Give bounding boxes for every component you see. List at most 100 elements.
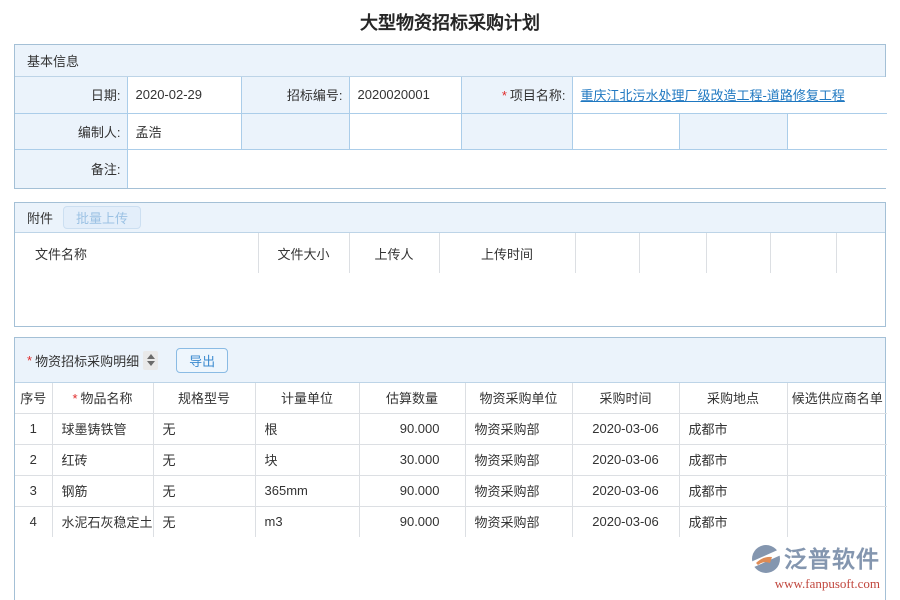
table-cell: 红砖 [52,444,153,475]
column-header [575,233,639,273]
table-cell: 无 [153,444,255,475]
table-cell: 块 [255,444,359,475]
table-cell: 1 [15,413,52,444]
table-cell [787,444,887,475]
column-header: 文件大小 [258,233,349,273]
table-row: 日期: 2020-02-29 招标编号: 2020020001 *项目名称: 重… [15,77,887,113]
table-cell: 2 [15,444,52,475]
project-value-cell: 重庆江北污水处理厂级改造工程-道路修复工程 [572,77,887,113]
table-cell: 成都市 [679,413,787,444]
table-cell: 成都市 [679,444,787,475]
attachments-empty-body [15,273,885,326]
table-cell: 365mm [255,475,359,506]
brand-icon [751,544,781,574]
table-row: 备注: [15,149,887,188]
column-header [770,233,836,273]
page-title: 大型物资招标采购计划 [0,0,900,35]
table-cell: 物资采购部 [465,413,572,444]
column-header: 序号 [15,383,52,413]
empty-cell [787,113,887,149]
brand-url: www.fanpusoft.com [751,577,880,590]
compiler-value: 孟浩 [127,113,241,149]
fanpu-logo: 泛普软件 www.fanpusoft.com [751,544,880,590]
basic-info-section: 基本信息 日期: 2020-02-29 招标编号: 2020020001 *项目… [14,44,886,189]
attachments-table: 文件名称文件大小上传人上传时间 [15,233,887,273]
export-button[interactable]: 导出 [176,348,228,373]
table-cell: 成都市 [679,506,787,537]
table-cell: 2020-03-06 [572,475,679,506]
required-asterisk: * [72,391,77,406]
attachments-title: 附件 [27,208,53,227]
table-cell: 2020-03-06 [572,506,679,537]
table-cell: 90.000 [359,506,465,537]
bid-no-value: 2020020001 [349,77,461,113]
table-cell: 物资采购部 [465,506,572,537]
required-asterisk: * [27,353,32,368]
table-row: 4水泥石灰稳定土无m390.000物资采购部2020-03-06成都市 [15,506,887,537]
bid-no-label: 招标编号: [241,77,349,113]
project-label-text: 项目名称: [510,88,566,103]
sort-down-arrow-icon [147,361,155,366]
details-header: * 物资招标采购明细 导出 [15,338,885,383]
table-cell: 无 [153,413,255,444]
table-cell: 球墨铸铁管 [52,413,153,444]
sort-toggle-icon[interactable] [143,351,158,370]
basic-info-table: 日期: 2020-02-29 招标编号: 2020020001 *项目名称: 重… [15,77,887,188]
column-header: 物资采购单位 [465,383,572,413]
table-cell [787,506,887,537]
empty-cell [679,113,787,149]
table-cell: 物资采购部 [465,444,572,475]
column-header: 文件名称 [15,233,258,273]
column-header: 上传时间 [439,233,575,273]
table-cell: 90.000 [359,475,465,506]
project-label: *项目名称: [461,77,572,113]
empty-cell [349,113,461,149]
table-cell: 2020-03-06 [572,444,679,475]
table-cell [787,475,887,506]
table-cell: 2020-03-06 [572,413,679,444]
remark-label: 备注: [15,149,127,188]
details-table: 序号*物品名称规格型号计量单位估算数量物资采购单位采购时间采购地点候选供应商名单… [15,383,887,537]
table-cell [787,413,887,444]
table-row: 1球墨铸铁管无根90.000物资采购部2020-03-06成都市 [15,413,887,444]
column-header [639,233,706,273]
column-header: 采购时间 [572,383,679,413]
required-asterisk: * [502,88,507,103]
table-cell: 3 [15,475,52,506]
column-header [706,233,770,273]
basic-info-title: 基本信息 [27,51,79,70]
table-cell: 根 [255,413,359,444]
basic-info-header: 基本信息 [15,45,885,77]
table-cell: 物资采购部 [465,475,572,506]
table-cell: 90.000 [359,413,465,444]
table-cell: 水泥石灰稳定土 [52,506,153,537]
table-cell: 无 [153,506,255,537]
date-label: 日期: [15,77,127,113]
compiler-label: 编制人: [15,113,127,149]
details-title: 物资招标采购明细 [35,351,139,370]
table-cell: 成都市 [679,475,787,506]
sort-up-arrow-icon [147,354,155,359]
header-row: 序号*物品名称规格型号计量单位估算数量物资采购单位采购时间采购地点候选供应商名单 [15,383,887,413]
table-row: 2红砖无块30.000物资采购部2020-03-06成都市 [15,444,887,475]
table-cell: 无 [153,475,255,506]
column-header: 采购地点 [679,383,787,413]
table-row: 3钢筋无365mm90.000物资采购部2020-03-06成都市 [15,475,887,506]
empty-cell [461,113,572,149]
column-header: 规格型号 [153,383,255,413]
page: 大型物资招标采购计划 基本信息 日期: 2020-02-29 招标编号: 202… [0,0,900,600]
column-header: 上传人 [349,233,439,273]
empty-cell [572,113,679,149]
attachments-section: 附件 批量上传 文件名称文件大小上传人上传时间 [14,202,886,327]
attachments-header: 附件 批量上传 [15,203,885,233]
column-header: *物品名称 [52,383,153,413]
details-footer-area: 泛普软件 www.fanpusoft.com [15,537,885,600]
column-header: 估算数量 [359,383,465,413]
project-link[interactable]: 重庆江北污水处理厂级改造工程-道路修复工程 [581,88,845,103]
empty-cell [241,113,349,149]
table-cell: 30.000 [359,444,465,475]
date-value: 2020-02-29 [127,77,241,113]
table-row: 编制人: 孟浩 [15,113,887,149]
batch-upload-button[interactable]: 批量上传 [63,206,141,229]
column-header: 计量单位 [255,383,359,413]
